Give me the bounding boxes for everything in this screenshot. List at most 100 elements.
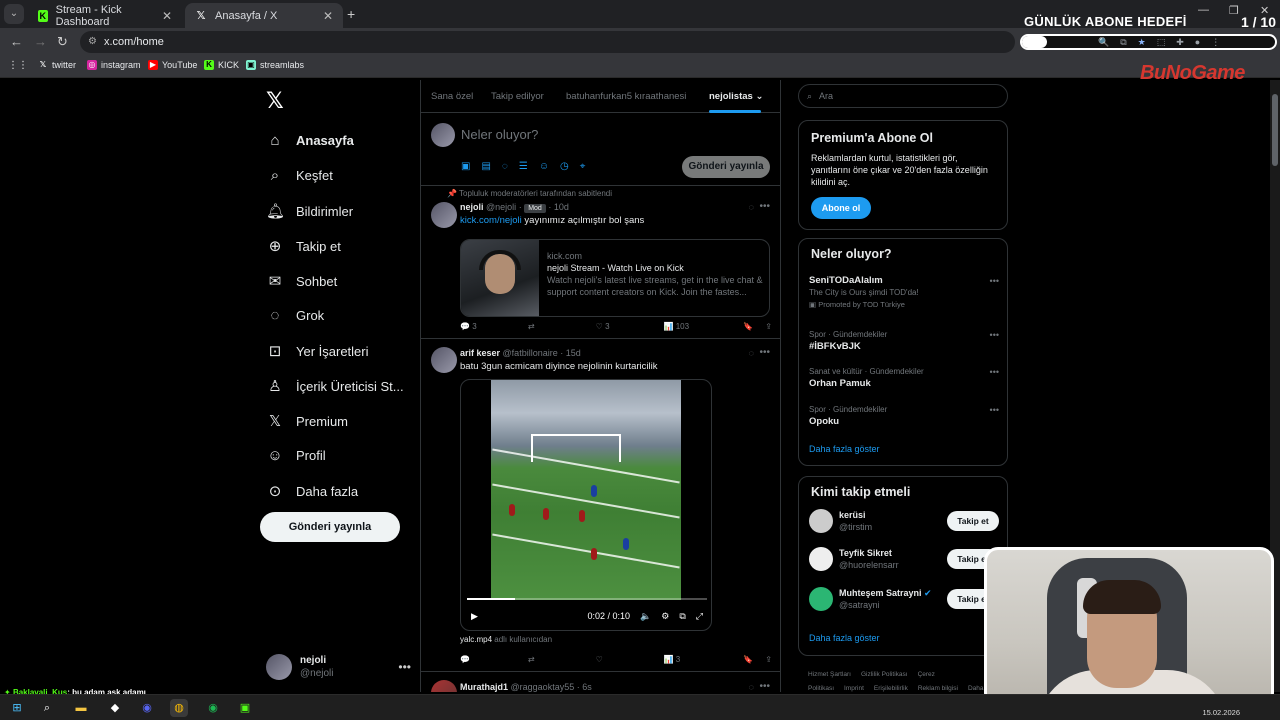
bookmark-instagram[interactable]: ◎ instagram bbox=[87, 60, 141, 70]
nav-item-search[interactable]: ⌕ Keşfet bbox=[266, 167, 333, 184]
nav-item-grok[interactable]: ◌ Grok bbox=[266, 307, 325, 324]
composer-input[interactable]: Neler oluyor? bbox=[461, 127, 538, 142]
discord-icon[interactable]: ◉ bbox=[138, 699, 156, 717]
video-player[interactable]: ▶ 0:02 / 0:10 🔈 ⚙ ⧉ ⤢ bbox=[460, 379, 712, 631]
reload-icon[interactable]: ↻ bbox=[57, 34, 68, 50]
share-icon[interactable]: ⇪ bbox=[765, 322, 772, 331]
close-tab-icon[interactable]: ✕ bbox=[323, 9, 333, 23]
views-button[interactable]: 📊 3 bbox=[663, 655, 731, 664]
bookmark-icon[interactable]: 🔖 bbox=[743, 322, 753, 331]
profile-icon[interactable]: ● bbox=[1195, 37, 1200, 48]
site-info-icon[interactable]: ⚙ bbox=[88, 31, 97, 53]
share-icon[interactable]: ⇪ bbox=[765, 655, 772, 664]
avatar[interactable] bbox=[809, 509, 833, 533]
more-dots-icon[interactable]: ••• bbox=[759, 347, 770, 358]
nav-item-bell[interactable]: 🔔︎ Bildirimler bbox=[266, 202, 353, 220]
tweet-time[interactable]: · 15d bbox=[560, 348, 581, 358]
bookmark-twitter[interactable]: 𝕏 twitter bbox=[38, 60, 76, 70]
tab-kick-dashboard[interactable]: K Stream - Kick Dashboard ✕ bbox=[28, 3, 182, 28]
volume-icon[interactable]: 🔈 bbox=[640, 611, 651, 622]
tweet[interactable]: Murathajd1 @raggaoktay55 · 6s ◌ ••• bbox=[421, 672, 780, 692]
extension-icon[interactable]: ⬚ bbox=[1157, 37, 1166, 48]
subscribe-button[interactable]: Abone ol bbox=[811, 197, 871, 219]
bookmark-youtube[interactable]: ▶ YouTube bbox=[148, 60, 197, 70]
avatar[interactable] bbox=[809, 547, 833, 571]
location-icon[interactable]: ⌖ bbox=[580, 161, 586, 172]
bookmark-kick[interactable]: K KICK bbox=[204, 60, 239, 70]
tab-x-home[interactable]: 𝕏 Anasayfa / X ✕ bbox=[185, 3, 343, 28]
more-dots-icon[interactable]: ••• bbox=[398, 660, 411, 674]
trend-item[interactable]: Spor · Gündemdekiler Opoku ••• bbox=[809, 404, 999, 428]
avatar[interactable] bbox=[431, 202, 457, 228]
search-input[interactable]: ⌕ Ara bbox=[798, 84, 1008, 108]
apps-icon[interactable]: ⋮⋮ bbox=[8, 60, 28, 71]
tweet[interactable]: 📌 Topluluk moderatörleri tarafından sabi… bbox=[421, 186, 780, 339]
more-dots-icon[interactable]: ••• bbox=[990, 404, 999, 416]
follow-button[interactable]: Takip et bbox=[947, 511, 999, 531]
windows-start-icon[interactable]: ⊞ bbox=[8, 699, 26, 717]
follow-suggestion[interactable]: Teyfik Sikret @huorelensarr Takip et bbox=[809, 547, 999, 571]
url-bar[interactable]: ⚙ x.com/home bbox=[80, 31, 1015, 53]
tab-nejolistas[interactable]: nejolistas ⌄ bbox=[709, 91, 763, 102]
more-dots-icon[interactable]: ••• bbox=[990, 329, 999, 341]
suggestion-name[interactable]: kerüsi bbox=[839, 510, 866, 520]
nav-item-home[interactable]: ⌂ Anasayfa bbox=[266, 132, 353, 149]
trends-show-more[interactable]: Daha fazla göster bbox=[809, 444, 880, 454]
nav-item-follow[interactable]: ⊕ Takip et bbox=[266, 237, 341, 255]
emoji-icon[interactable]: ☺ bbox=[539, 161, 549, 172]
tab-following[interactable]: Takip edilyor bbox=[491, 91, 544, 102]
grok-icon[interactable]: ◌ bbox=[749, 348, 754, 358]
trend-item[interactable]: SeniTODaAlalım The City is Ours şimdi TOD… bbox=[809, 275, 999, 311]
nav-item-x-premium[interactable]: 𝕏 Premium bbox=[266, 412, 348, 430]
tab-for-you[interactable]: Sana özel bbox=[431, 91, 473, 102]
spotify-icon[interactable]: ◉ bbox=[204, 699, 222, 717]
tweet-author[interactable]: nejoli bbox=[460, 202, 484, 212]
follow-suggestion[interactable]: kerüsi @tirstim Takip et bbox=[809, 509, 999, 533]
bookmark-streamlabs[interactable]: ▣ streamlabs bbox=[246, 60, 304, 70]
video-progress-bar[interactable] bbox=[467, 598, 707, 600]
gif-icon[interactable]: ▤ bbox=[481, 161, 490, 172]
tweet[interactable]: arif keser @fatbillonaire · 15d ◌ ••• ba… bbox=[421, 339, 780, 672]
nav-item-mail[interactable]: ✉ Sohbet bbox=[266, 272, 338, 290]
like-button[interactable]: ♡ 3 bbox=[596, 322, 664, 331]
like-button[interactable]: ♡ bbox=[596, 655, 664, 664]
footer-link[interactable]: Reklam bilgisi bbox=[918, 685, 958, 692]
x-logo-icon[interactable]: 𝕏 bbox=[266, 88, 284, 114]
views-button[interactable]: 📊 103 bbox=[663, 322, 731, 331]
nav-item-person[interactable]: ☺ Profil bbox=[266, 447, 325, 464]
tweet-time[interactable]: · 10d bbox=[548, 202, 569, 212]
composer-post-button[interactable]: Gönderi yayınla bbox=[682, 156, 770, 178]
nav-item-bookmark[interactable]: ⊡ Yer İşaretleri bbox=[266, 342, 369, 360]
app-icon[interactable]: ◆ bbox=[106, 699, 124, 717]
tweet-handle[interactable]: @raggaoktay55 bbox=[511, 682, 575, 692]
streaming-app-icon[interactable]: ▣ bbox=[236, 699, 254, 717]
trend-item[interactable]: Sanat ve kültür · Gündemdekiler Orhan Pam… bbox=[809, 366, 999, 390]
grok-icon[interactable]: ◌ bbox=[502, 161, 508, 172]
puzzle-icon[interactable]: ✚ bbox=[1176, 37, 1184, 48]
close-tab-icon[interactable]: ✕ bbox=[162, 9, 172, 23]
tweet-handle[interactable]: @fatbillonaire bbox=[503, 348, 558, 358]
link-card[interactable]: kick.com nejoli Stream - Watch Live on K… bbox=[460, 239, 770, 317]
nav-item-creator[interactable]: ♙ İçerik Üreticisi St... bbox=[266, 377, 403, 395]
cast-icon[interactable]: ⧉ bbox=[1120, 37, 1126, 48]
tweet-link[interactable]: kick.com/nejoli bbox=[460, 215, 522, 226]
scrollbar-thumb[interactable] bbox=[1272, 94, 1278, 166]
nav-item-more-circle[interactable]: ⊙ Daha fazla bbox=[266, 482, 358, 500]
avatar[interactable] bbox=[431, 347, 457, 373]
settings-icon[interactable]: ⚙ bbox=[661, 611, 669, 622]
tweet-author[interactable]: arif keser bbox=[460, 348, 500, 358]
more-dots-icon[interactable]: ••• bbox=[990, 366, 999, 378]
file-explorer-icon[interactable]: ▬ bbox=[72, 699, 90, 717]
menu-icon[interactable]: ⋮ bbox=[1211, 37, 1220, 48]
suggestion-name[interactable]: Muhteşem Satrayni bbox=[839, 588, 922, 598]
suggestion-name[interactable]: Teyfik Sikret bbox=[839, 548, 892, 558]
forward-icon[interactable]: → bbox=[34, 34, 47, 49]
tab-list-kiraathane[interactable]: batuhanfurkan5 kıraathanesi bbox=[566, 91, 686, 102]
post-button[interactable]: Gönderi yayınla bbox=[260, 512, 400, 542]
back-icon[interactable]: ← bbox=[10, 34, 23, 49]
more-dots-icon[interactable]: ••• bbox=[759, 681, 770, 692]
tab-search-button[interactable]: ⌄ bbox=[4, 4, 24, 24]
trend-item[interactable]: Spor · Gündemdekiler #İBFKvBJK ••• bbox=[809, 329, 999, 353]
follow-suggestion[interactable]: Muhteşem Satrayni ✔ @satrayni Takip et bbox=[809, 587, 999, 611]
repost-button[interactable]: ⇄ bbox=[528, 655, 596, 664]
